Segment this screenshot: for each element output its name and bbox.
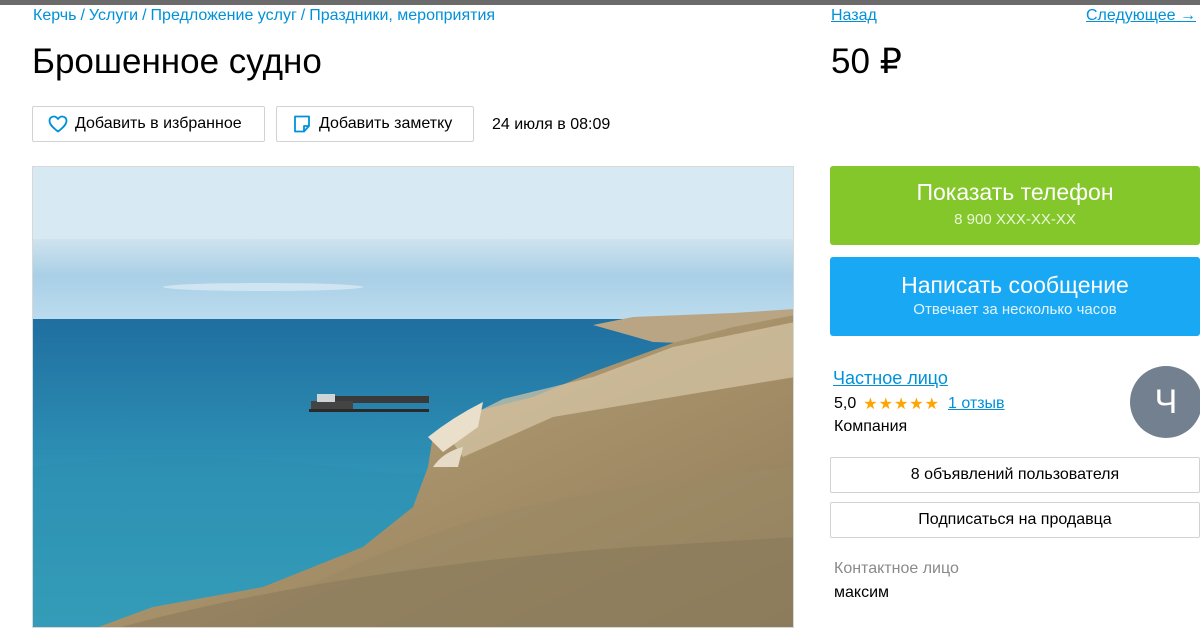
top-border	[0, 0, 1200, 5]
add-favorite-button[interactable]: Добавить в избранное	[32, 106, 265, 142]
seller-rating: 5,0 ★★★★★ 1 отзыв	[834, 394, 1005, 414]
seascape-image	[33, 167, 793, 627]
write-message-button[interactable]: Написать сообщение Отвечает за несколько…	[830, 257, 1200, 336]
breadcrumb-item-events[interactable]: Праздники, мероприятия	[309, 7, 495, 24]
user-ads-button[interactable]: 8 объявлений пользователя	[830, 457, 1200, 493]
rating-stars-icon: ★★★★★	[863, 396, 940, 413]
next-link[interactable]: Следующее →	[1086, 7, 1196, 25]
phone-number-masked: 8 900 XXX-XX-XX	[954, 211, 1076, 228]
note-icon	[291, 113, 313, 135]
listing-photo[interactable]	[32, 166, 794, 628]
breadcrumb-separator: /	[300, 7, 306, 24]
show-phone-button[interactable]: Показать телефон 8 900 XXX-XX-XX	[830, 166, 1200, 245]
contact-person-name: максим	[834, 584, 890, 601]
add-favorite-label: Добавить в избранное	[75, 115, 242, 132]
write-message-label: Написать сообщение	[901, 272, 1129, 298]
breadcrumb-item-city[interactable]: Керчь	[33, 7, 76, 24]
breadcrumb-item-services[interactable]: Услуги	[89, 7, 138, 24]
breadcrumb-separator: /	[80, 7, 85, 24]
add-note-button[interactable]: Добавить заметку	[276, 106, 474, 142]
seller-type: Компания	[834, 418, 908, 435]
contact-person-label: Контактное лицо	[834, 560, 959, 577]
breadcrumb-item-offer[interactable]: Предложение услуг	[151, 7, 297, 24]
subscribe-seller-button[interactable]: Подписаться на продавца	[830, 502, 1200, 538]
breadcrumb-separator: /	[142, 7, 147, 24]
rating-value: 5,0	[834, 395, 857, 412]
listing-title: Брошенное судно	[32, 42, 322, 81]
heart-icon	[47, 113, 69, 135]
show-phone-label: Показать телефон	[916, 179, 1114, 205]
back-link[interactable]: Назад	[831, 7, 877, 25]
response-time-text: Отвечает за несколько часов	[913, 301, 1117, 318]
listing-price: 50 ₽	[831, 42, 902, 81]
reviews-link[interactable]: 1 отзыв	[948, 395, 1005, 413]
breadcrumb: Керчь / Услуги / Предложение услуг / Праздники…	[33, 7, 495, 25]
seller-name-link[interactable]: Частное лицо	[833, 368, 948, 389]
add-note-label: Добавить заметку	[319, 115, 453, 132]
avatar[interactable]: Ч	[1130, 366, 1200, 438]
listing-date: 24 июля в 08:09	[492, 116, 611, 133]
